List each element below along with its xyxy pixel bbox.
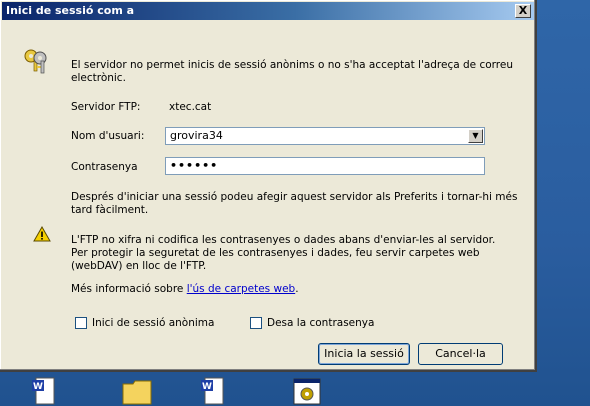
dialog-titlebar[interactable]: Inici de sessió com a X [2, 2, 534, 20]
user-label: Nom d'usuari: [71, 130, 145, 142]
password-label: Contrasenya [71, 161, 138, 173]
word-document-icon[interactable]: W [31, 376, 57, 406]
save-password-checkbox[interactable] [250, 317, 262, 329]
save-password-label: Desa la contrasenya [267, 317, 375, 329]
login-button[interactable]: Inicia la sessió [318, 343, 410, 365]
more-info-text: Més informació sobre l'ús de carpetes we… [71, 283, 299, 295]
anonymous-login-label: Inici de sessió anònima [92, 317, 215, 329]
word-document-icon[interactable]: W [200, 376, 226, 406]
cancel-button[interactable]: Cancel·la [418, 343, 503, 365]
program-window-icon[interactable] [292, 376, 322, 406]
folder-icon[interactable] [121, 376, 153, 406]
intro-text: El servidor no permet inicis de sessió a… [71, 59, 514, 84]
after-login-text: Després d'iniciar una sessió podeu afegi… [71, 191, 518, 216]
dialog-title: Inici de sessió com a [6, 4, 135, 17]
warning-icon [33, 226, 51, 242]
web-folders-link[interactable]: l'ús de carpetes web [187, 283, 295, 295]
server-label: Servidor FTP: [71, 101, 141, 113]
anonymous-login-checkbox[interactable] [75, 317, 87, 329]
chevron-down-icon[interactable]: ▼ [468, 129, 483, 143]
username-combobox[interactable]: grovira34 ▼ [165, 127, 485, 145]
password-field[interactable]: •••••• [165, 157, 485, 175]
ftp-warning-text: L'FTP no xifra ni codifica les contrasen… [71, 234, 496, 272]
login-dialog: Inici de sessió com a X El servidor no p… [0, 0, 537, 372]
svg-text:W: W [33, 382, 43, 392]
username-value: grovira34 [170, 129, 223, 142]
keys-icon [24, 49, 47, 74]
close-button[interactable]: X [515, 4, 531, 18]
svg-text:W: W [202, 382, 212, 392]
server-value: xtec.cat [169, 101, 212, 113]
